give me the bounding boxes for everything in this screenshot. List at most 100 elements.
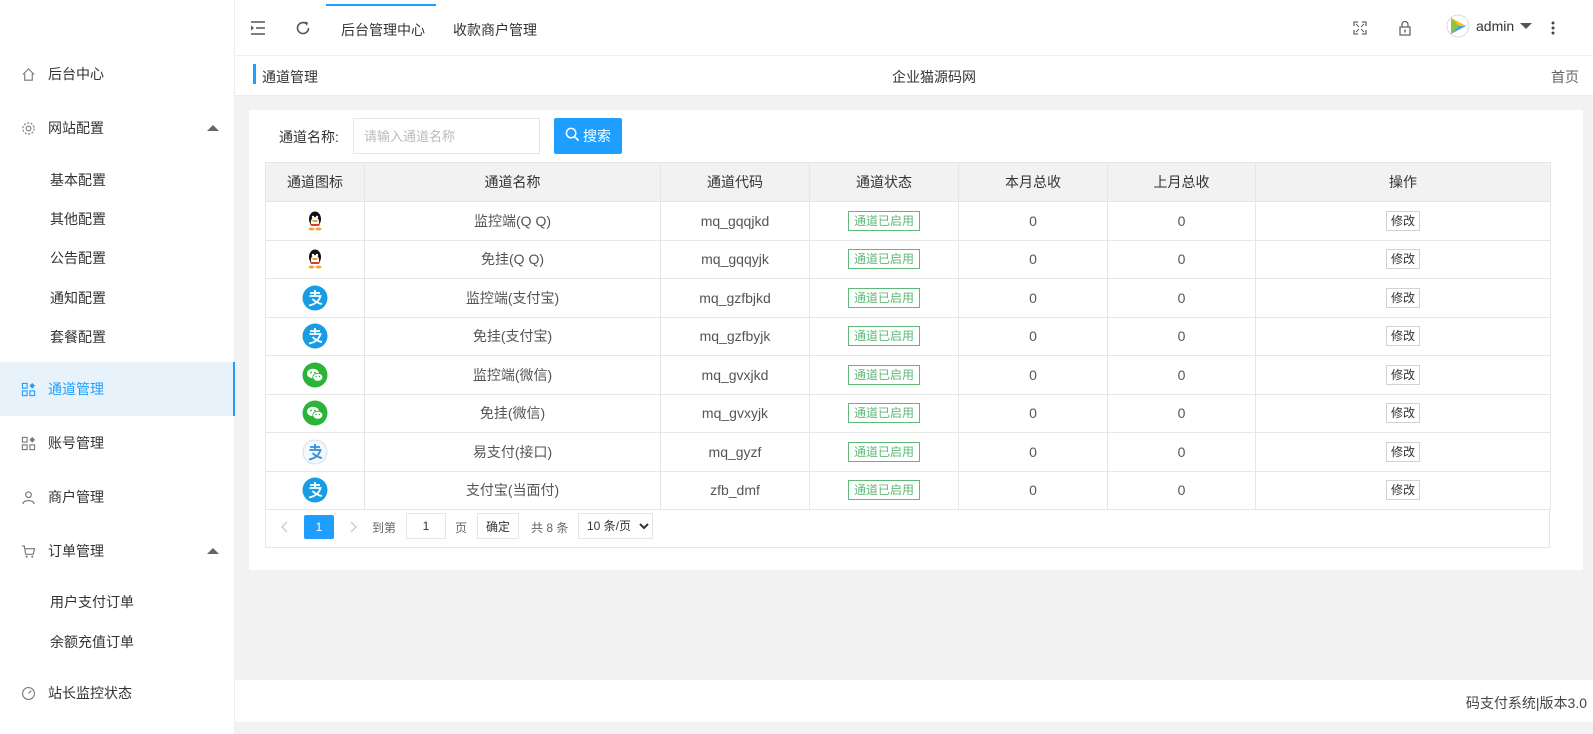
column-header: 通道名称	[364, 162, 661, 202]
action-cell: 修改	[1255, 432, 1551, 472]
pagination: 1 到第 页 确定 共 8 条 10 条/页	[265, 508, 1550, 548]
sidebar-item-site-config[interactable]: 网站配置	[0, 101, 235, 155]
table-row: 免挂(支付宝) mq_gzfbyjk 通道已启用 0 0 修改	[265, 316, 1551, 356]
channel-name: 免挂(支付宝)	[364, 316, 661, 356]
sidebar-item-label: 网站配置	[48, 120, 104, 136]
total-count: 共 8 条	[531, 520, 569, 535]
sidebar-subitem-user-orders[interactable]: 用户支付订单	[0, 582, 235, 622]
table-row: 监控端(Q Q) mq_gqqjkd 通道已启用 0 0 修改	[265, 201, 1551, 241]
edit-button[interactable]: 修改	[1385, 287, 1420, 308]
last-month-total: 0	[1107, 355, 1256, 395]
channel-code: mq_gvxjkd	[660, 355, 810, 395]
sidebar-item-label: 通道管理	[48, 381, 104, 397]
search-button-label: 搜索	[583, 128, 611, 144]
action-cell: 修改	[1255, 316, 1551, 356]
collapse-sidebar-icon[interactable]	[248, 18, 268, 38]
home-link[interactable]: 首页	[1551, 67, 1579, 87]
channel-status-cell: 通道已启用	[809, 470, 959, 510]
last-month-total: 0	[1107, 432, 1256, 472]
column-header: 本月总收	[958, 162, 1108, 202]
channel-name: 免挂(Q Q)	[364, 239, 661, 279]
channel-list-card: 通道名称: 搜索 通道图标 通道名称 通道代码 通道状态 本月总收 上月总收 操…	[249, 110, 1583, 570]
channel-name: 支付宝(当面付)	[364, 470, 661, 510]
search-input[interactable]	[353, 118, 540, 154]
last-month-total: 0	[1107, 316, 1256, 356]
dashboard-icon	[20, 685, 36, 701]
this-month-total: 0	[958, 432, 1108, 472]
channel-icon-cell	[265, 278, 365, 318]
column-header: 通道代码	[660, 162, 810, 202]
page-unit-label: 页	[455, 520, 468, 535]
search-button[interactable]: 搜索	[554, 118, 622, 154]
edit-button[interactable]: 修改	[1385, 210, 1420, 231]
edit-button[interactable]: 修改	[1385, 249, 1420, 270]
table-row: 监控端(支付宝) mq_gzfbjkd 通道已启用 0 0 修改	[265, 278, 1551, 318]
alipay-icon	[302, 285, 328, 311]
channel-icon-cell	[265, 239, 365, 279]
edit-button[interactable]: 修改	[1385, 441, 1420, 462]
sidebar-item-orders[interactable]: 订单管理	[0, 524, 235, 578]
sidebar-subitem-basic-config[interactable]: 基本配置	[0, 160, 235, 200]
channel-code: mq_gzfbyjk	[660, 316, 810, 356]
channel-status-cell: 通道已启用	[809, 432, 959, 472]
sidebar-item-label: 账号管理	[48, 435, 104, 451]
channel-status-cell: 通道已启用	[809, 393, 959, 433]
status-badge: 通道已启用	[847, 287, 920, 308]
column-header: 通道图标	[265, 162, 365, 202]
prev-page-icon[interactable]	[280, 515, 288, 539]
sidebar-subitem-recharge-orders[interactable]: 余额充值订单	[0, 622, 235, 662]
status-badge: 通道已启用	[847, 210, 920, 231]
sidebar-subitem-other-config[interactable]: 其他配置	[0, 199, 235, 239]
this-month-total: 0	[958, 278, 1108, 318]
sidebar-item-monitor-status[interactable]: 站长监控状态	[0, 666, 235, 720]
action-cell: 修改	[1255, 355, 1551, 395]
sidebar-item-label: 商户管理	[48, 489, 104, 505]
home-icon	[20, 66, 36, 82]
refresh-icon[interactable]	[293, 18, 313, 38]
tab-merchant-management[interactable]: 收款商户管理	[453, 20, 537, 40]
sidebar-item-label: 订单管理	[48, 543, 104, 559]
sidebar: 后台中心 网站配置 基本配置 其他配置 公告配置 通知配置 套餐配置 通道管理 …	[0, 0, 235, 734]
edit-button[interactable]: 修改	[1385, 326, 1420, 347]
sidebar-subitem-notify-config[interactable]: 通知配置	[0, 278, 235, 318]
sidebar-subitem-notice-config[interactable]: 公告配置	[0, 238, 235, 278]
column-header: 上月总收	[1107, 162, 1256, 202]
tab-admin-center[interactable]: 后台管理中心	[341, 20, 425, 40]
channel-table: 通道图标 通道名称 通道代码 通道状态 本月总收 上月总收 操作 监控端(Q Q…	[265, 162, 1551, 510]
channel-code: zfb_dmf	[660, 470, 810, 510]
wechat-icon	[302, 362, 328, 388]
sidebar-subitem-package-config[interactable]: 套餐配置	[0, 317, 235, 357]
edit-button[interactable]: 修改	[1385, 364, 1420, 385]
goto-confirm-wrap: 确定	[477, 513, 520, 539]
next-page-icon[interactable]	[350, 515, 358, 539]
sidebar-item-channels[interactable]: 通道管理	[0, 362, 235, 416]
sidebar-item-merchants[interactable]: 商户管理	[0, 470, 235, 524]
channel-icon-cell	[265, 355, 365, 395]
user-menu[interactable]: admin	[1446, 14, 1533, 38]
table-row: 监控端(微信) mq_gvxjkd 通道已启用 0 0 修改	[265, 355, 1551, 395]
sidebar-item-dashboard[interactable]: 后台中心	[0, 47, 235, 101]
footer: 码支付系统|版本3.0	[235, 680, 1593, 722]
status-badge: 通道已启用	[847, 326, 920, 347]
this-month-total: 0	[958, 201, 1108, 241]
page-size-select[interactable]: 10 条/页	[578, 513, 653, 539]
more-vertical-icon[interactable]	[1543, 18, 1563, 38]
page-number-current[interactable]: 1	[304, 515, 334, 539]
breadcrumb: 通道管理 企业猫源码网 首页	[235, 56, 1593, 96]
edit-button[interactable]: 修改	[1385, 403, 1420, 424]
goto-confirm-button[interactable]: 确定	[477, 513, 520, 539]
last-month-total: 0	[1107, 470, 1256, 510]
sidebar-item-accounts[interactable]: 账号管理	[0, 416, 235, 470]
page-size-wrap: 10 条/页	[578, 513, 653, 539]
chevron-up-icon	[207, 548, 219, 554]
channel-name: 监控端(微信)	[364, 355, 661, 395]
edit-button[interactable]: 修改	[1385, 480, 1420, 501]
last-month-total: 0	[1107, 393, 1256, 433]
channel-code: mq_gvxyjk	[660, 393, 810, 433]
channel-status-cell: 通道已启用	[809, 201, 959, 241]
lock-icon[interactable]	[1395, 18, 1415, 38]
goto-page-input[interactable]	[406, 513, 446, 539]
channel-code: mq_gqqjkd	[660, 201, 810, 241]
this-month-total: 0	[958, 393, 1108, 433]
fullscreen-icon[interactable]	[1350, 18, 1370, 38]
